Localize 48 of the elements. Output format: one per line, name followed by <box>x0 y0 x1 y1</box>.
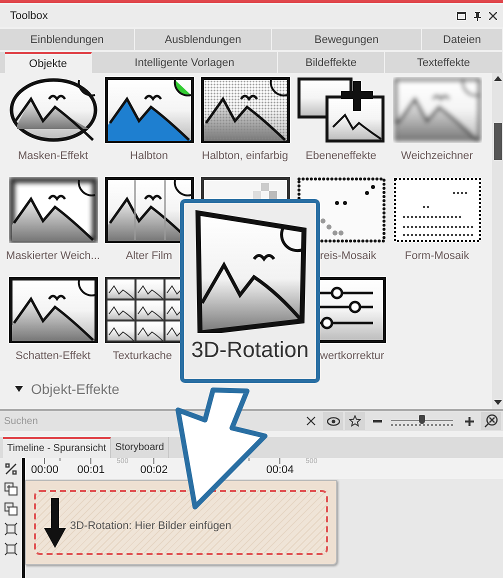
effect-label: Halbton <box>129 150 169 162</box>
mountain-picture-icon[interactable] <box>8 177 98 243</box>
remove-track-icon[interactable] <box>4 502 18 516</box>
effect-label: Form-Mosaik <box>404 250 470 262</box>
window-title: Toolbox <box>10 10 49 22</box>
effect-label: Halbton, einfarbig <box>200 150 290 162</box>
close-icon[interactable] <box>489 12 497 20</box>
zoom-fit-icon[interactable] <box>481 412 501 430</box>
dashed-picture-icon[interactable] <box>392 177 482 243</box>
percent-icon[interactable] <box>4 462 18 476</box>
expand-icon[interactable] <box>4 542 18 556</box>
pin-icon[interactable] <box>474 12 481 20</box>
effect-label: Ebeneneffekte <box>304 150 378 162</box>
zoom-slider[interactable] <box>391 414 453 428</box>
time-label: 00:01 <box>77 464 105 476</box>
popup-label: 3D-Rotation <box>191 337 309 363</box>
effect-label: Masken-Effekt <box>16 150 90 162</box>
fit-icon[interactable] <box>4 522 18 536</box>
effect-label: Weichzeichner <box>400 150 474 162</box>
caret-icon[interactable] <box>15 386 23 392</box>
section-title[interactable]: Objekt-Effekte <box>31 381 120 397</box>
scrollbar[interactable] <box>492 73 503 409</box>
oval-picture-icon[interactable] <box>8 77 98 143</box>
effect-label: Maskierter Weich... <box>5 250 101 262</box>
mountain-picture-icon[interactable] <box>200 77 290 143</box>
search-field[interactable]: Suchen <box>0 411 299 431</box>
eye-icon[interactable] <box>323 412 343 430</box>
maximize-icon[interactable] <box>457 12 466 20</box>
tab[interactable]: Timeline - Spuransicht <box>3 437 112 458</box>
add-track-icon[interactable] <box>4 482 18 496</box>
slider-thumb[interactable] <box>419 415 425 424</box>
drop-hint: 3D-Rotation: Hier Bilder einfügen <box>70 520 232 532</box>
effect-label: reis-Mosaik <box>319 250 378 262</box>
time-label: 00:00 <box>31 464 59 476</box>
time-label: 00:02 <box>140 464 168 476</box>
mountain-picture-icon[interactable] <box>104 177 194 243</box>
stacked-pictures-icon[interactable] <box>296 77 386 143</box>
effect-label: wertkorrektur <box>319 350 386 362</box>
timeline-clip[interactable]: 3D-Rotation: Hier Bilder einfügen <box>25 480 337 565</box>
effect-label: Schatten-Effekt <box>14 350 92 362</box>
effect-label: Texturkache <box>112 350 173 362</box>
effect-label: Alter Film <box>124 250 174 262</box>
tab[interactable]: Objekte <box>5 52 92 73</box>
mountain-picture-icon[interactable] <box>8 277 98 343</box>
down-arrow-icon <box>44 498 66 548</box>
mountain-picture-icon[interactable] <box>104 77 194 143</box>
blurred-picture-icon[interactable] <box>392 77 482 143</box>
time-label: 00:04 <box>266 464 294 476</box>
